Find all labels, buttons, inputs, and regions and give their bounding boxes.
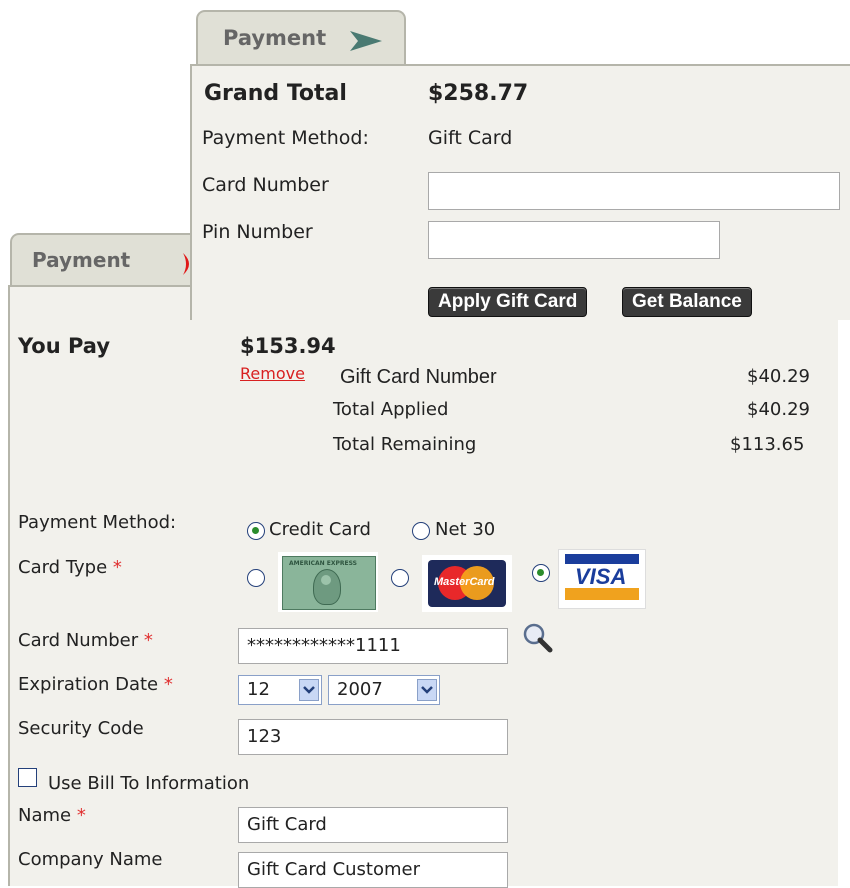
magnifier-icon[interactable] [522,622,554,654]
required-mark: * [143,630,153,651]
credit-card-option-label: Credit Card [269,519,371,540]
net-30-option-label: Net 30 [435,519,496,540]
payment-panel-back: You Pay $153.94 Remove Gift Card Number … [8,285,838,888]
total-remaining-label: Total Remaining [333,434,477,455]
gift-card-number-amount: $40.29 [747,366,810,387]
expiration-date-label: Expiration Date * [18,674,173,695]
payment-method-label: Payment Method: [202,127,369,149]
card-number-input[interactable]: ************1111 [238,628,508,664]
gift-card-number-label: Gift Card Number [340,366,497,388]
card-number-label: Card Number * [18,630,153,651]
visa-text: VISA [575,564,627,589]
gift-card-number-label: Card Number [202,174,329,196]
mastercard-card-image[interactable]: MasterCard [422,555,512,612]
you-pay-label: You Pay [18,334,111,358]
get-balance-button[interactable]: Get Balance [622,287,752,317]
required-mark: * [163,674,173,695]
amex-text: AMERICAN EXPRESS [289,560,357,567]
tab-arrow-icon [350,31,382,51]
remove-gift-card-link[interactable]: Remove [240,364,305,383]
net-30-radio[interactable] [412,522,430,540]
amex-card-image[interactable]: AMERICAN EXPRESS [278,552,378,612]
mastercard-radio[interactable] [391,569,409,587]
company-name-label: Company Name [18,849,163,870]
exp-year-select[interactable]: 2007 [328,675,440,705]
payment-panel-front: Grand Total $258.77 Payment Method: Gift… [190,64,850,320]
chevron-down-icon [299,679,319,701]
visa-radio[interactable] [532,564,550,582]
you-pay-amount: $153.94 [240,334,336,358]
chevron-down-icon [417,679,437,701]
exp-year-value: 2007 [337,679,383,700]
name-label: Name * [18,805,86,826]
amex-radio[interactable] [247,569,265,587]
total-remaining-amount: $113.65 [730,434,805,455]
use-bill-to-checkbox[interactable] [18,768,37,787]
payment-tab-label: Payment [32,248,131,272]
required-mark: * [76,805,86,826]
name-input[interactable]: Gift Card [238,807,508,843]
company-name-input[interactable]: Gift Card Customer [238,852,508,888]
gift-card-number-input[interactable] [428,172,840,210]
card-type-label: Card Type * [18,557,122,578]
total-applied-label: Total Applied [333,399,449,420]
pin-number-label: Pin Number [202,221,313,243]
pin-number-input[interactable] [428,221,720,259]
security-code-input[interactable]: 123 [238,719,508,755]
payment-tab-back[interactable]: Payment [10,233,210,287]
mastercard-text: MasterCard [434,576,495,588]
required-mark: * [112,557,122,578]
grand-total-label: Grand Total [204,81,347,106]
security-code-label: Security Code [18,718,144,739]
visa-card-image[interactable]: VISA [558,549,646,609]
payment-tab-label: Payment [223,26,327,50]
grand-total-amount: $258.77 [428,81,529,106]
apply-gift-card-button[interactable]: Apply Gift Card [428,287,588,317]
payment-method-value: Gift Card [428,127,513,149]
payment-tab-front[interactable]: Payment [196,10,406,66]
credit-card-radio[interactable] [247,522,265,540]
exp-month-select[interactable]: 12 [238,675,322,705]
exp-month-value: 12 [247,679,270,700]
payment-method-label: Payment Method: [18,512,177,533]
total-applied-amount: $40.29 [747,399,810,420]
use-bill-to-label: Use Bill To Information [48,773,250,794]
